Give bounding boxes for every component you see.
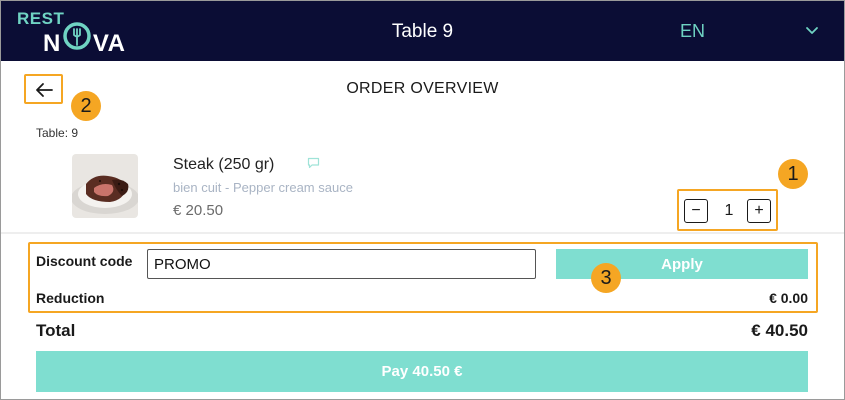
callout-badge-2: 2 (71, 91, 101, 121)
steak-image (72, 154, 138, 218)
reduction-label: Reduction (36, 290, 105, 306)
reduction-value: € 0.00 (769, 290, 808, 306)
callout-badge-1: 1 (778, 159, 808, 189)
callout-badge-3: 3 (591, 263, 621, 293)
item-options: bien cuit - Pepper cream sauce (173, 180, 353, 195)
quantity-value: 1 (724, 202, 734, 219)
pay-button[interactable]: Pay 40.50 € (36, 351, 808, 392)
table-label: Table: 9 (36, 126, 79, 140)
total-label: Total (36, 321, 76, 340)
page-title: ORDER OVERVIEW (346, 80, 499, 97)
increase-quantity-button[interactable]: + (747, 199, 771, 223)
discount-code-input[interactable] (147, 249, 536, 279)
app-header: REST N VA Table 9 EN (1, 1, 844, 61)
item-name: Steak (250 gr) (173, 156, 275, 173)
comment-icon[interactable] (307, 157, 320, 169)
item-price: € 20.50 (173, 202, 224, 219)
language-selector[interactable]: EN (680, 21, 705, 42)
chevron-down-icon[interactable] (805, 23, 819, 37)
discount-code-label: Discount code (36, 253, 133, 269)
quantity-stepper: − 1 + (677, 189, 778, 231)
header-table-title: Table 9 (391, 21, 454, 42)
total-value: € 40.50 (751, 321, 808, 340)
decrease-quantity-button[interactable]: − (684, 199, 708, 223)
section-divider (1, 232, 844, 234)
